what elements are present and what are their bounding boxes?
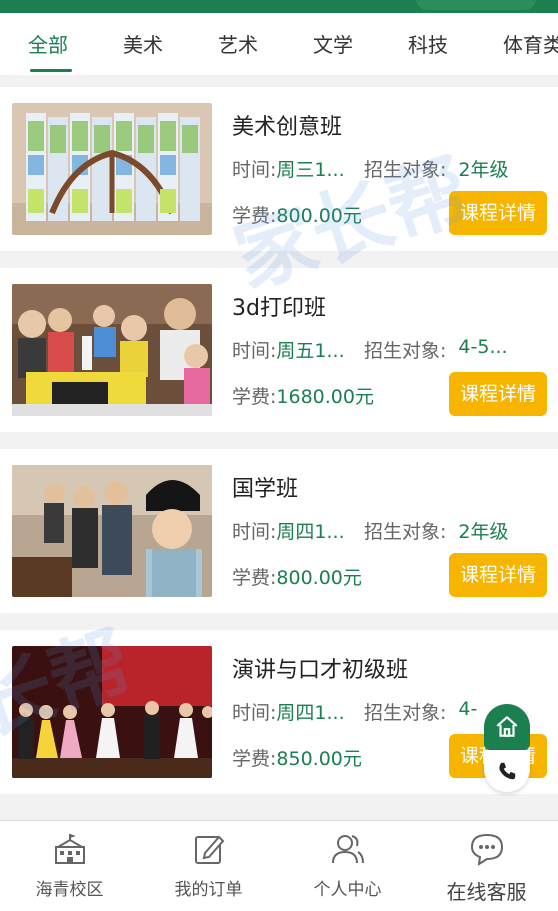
course-image-guoxue (12, 465, 212, 597)
target-value: 4-5... (458, 336, 508, 358)
target-label: 招生对象: (364, 340, 447, 362)
fee-value: 1680.00元 (276, 386, 374, 408)
target-label: 招生对象: (364, 521, 447, 543)
course-title: 美术创意班 (232, 115, 343, 140)
course-card[interactable]: 演讲与口才初级班 时间:周四1... 招生对象:4- 学费:850.00元 课程… (0, 630, 558, 794)
course-meta: 时间:周五1... 招生对象: 4-5... (232, 336, 548, 364)
course-card[interactable]: 国学班 时间:周四1... 招生对象: 2年级 学费:800.00元 课程详情 (0, 449, 558, 613)
course-meta: 时间:周三1... 招生对象: 2年级 (232, 155, 548, 183)
category-tabs: 全部 美术 艺术 文学 科技 体育类 (0, 13, 558, 75)
bottom-nav: 海青校区 我的订单 个人中心 在线客服 (0, 820, 558, 911)
time-label: 时间: (232, 521, 277, 543)
nav-label: 在线客服 (446, 880, 527, 904)
course-fee: 学费:850.00元 (232, 744, 362, 771)
users-icon (331, 835, 364, 864)
tab-sports[interactable]: 体育类 (503, 29, 558, 58)
course-detail-button[interactable]: 课程详情 (449, 191, 547, 235)
tab-all[interactable]: 全部 (28, 29, 68, 58)
course-fee: 学费:800.00元 (232, 201, 362, 228)
course-detail-button[interactable]: 课程详情 (449, 553, 547, 597)
time-value: 周五1... (276, 340, 345, 362)
time-value: 周四1... (276, 521, 345, 543)
fee-label: 学费: (232, 748, 277, 770)
nav-label: 我的订单 (174, 880, 243, 900)
target-value: 2年级 (458, 159, 509, 181)
fee-value: 850.00元 (276, 748, 362, 770)
fee-label: 学费: (232, 567, 277, 589)
nav-campus[interactable]: 海青校区 (0, 821, 139, 911)
target-label: 招生对象: (364, 702, 447, 724)
course-meta: 时间:周四1... 招生对象: 2年级 (232, 517, 548, 545)
course-card[interactable]: 美术创意班 时间:周三1... 招生对象: 2年级 学费:800.00元 课程详情 (0, 87, 558, 251)
time-label: 时间: (232, 159, 277, 181)
status-pill (416, 0, 536, 10)
fee-label: 学费: (232, 386, 277, 408)
phone-icon (499, 762, 516, 780)
phone-float-button[interactable] (484, 750, 530, 792)
fee-label: 学费: (232, 205, 277, 227)
nav-profile[interactable]: 个人中心 (278, 821, 417, 911)
nav-label: 海青校区 (35, 880, 104, 900)
home-icon (496, 716, 518, 737)
active-tab-indicator (30, 69, 72, 72)
target-value: 2年级 (458, 521, 509, 543)
course-image-3d-printing (12, 284, 212, 416)
school-icon (54, 834, 85, 864)
target-label: 招生对象: (364, 159, 447, 181)
floating-actions (484, 704, 530, 792)
course-fee: 学费:1680.00元 (232, 382, 374, 409)
nav-orders[interactable]: 我的订单 (139, 821, 278, 911)
chat-icon (470, 833, 503, 866)
tab-arts[interactable]: 艺术 (218, 29, 258, 58)
tab-technology[interactable]: 科技 (408, 29, 448, 58)
fee-value: 800.00元 (276, 567, 362, 589)
status-bar (0, 0, 558, 13)
course-detail-button[interactable]: 课程详情 (449, 372, 547, 416)
edit-order-icon (194, 835, 224, 864)
tab-fine-arts[interactable]: 美术 (123, 29, 163, 58)
fee-value: 800.00元 (276, 205, 362, 227)
course-title: 演讲与口才初级班 (232, 658, 409, 683)
time-label: 时间: (232, 340, 277, 362)
course-title: 国学班 (232, 477, 299, 502)
home-float-button[interactable] (484, 704, 530, 750)
time-value: 周四1... (276, 702, 345, 724)
course-card[interactable]: 3d打印班 时间:周五1... 招生对象: 4-5... 学费:1680.00元 … (0, 268, 558, 432)
course-fee: 学费:800.00元 (232, 563, 362, 590)
target-value: 4- (458, 698, 478, 720)
course-title: 3d打印班 (232, 296, 326, 321)
course-image-art (12, 103, 212, 235)
nav-label: 个人中心 (313, 880, 382, 900)
tab-literature[interactable]: 文学 (313, 29, 353, 58)
time-value: 周三1... (276, 159, 345, 181)
nav-support[interactable]: 在线客服 (417, 821, 556, 911)
course-image-speech (12, 646, 212, 778)
time-label: 时间: (232, 702, 277, 724)
